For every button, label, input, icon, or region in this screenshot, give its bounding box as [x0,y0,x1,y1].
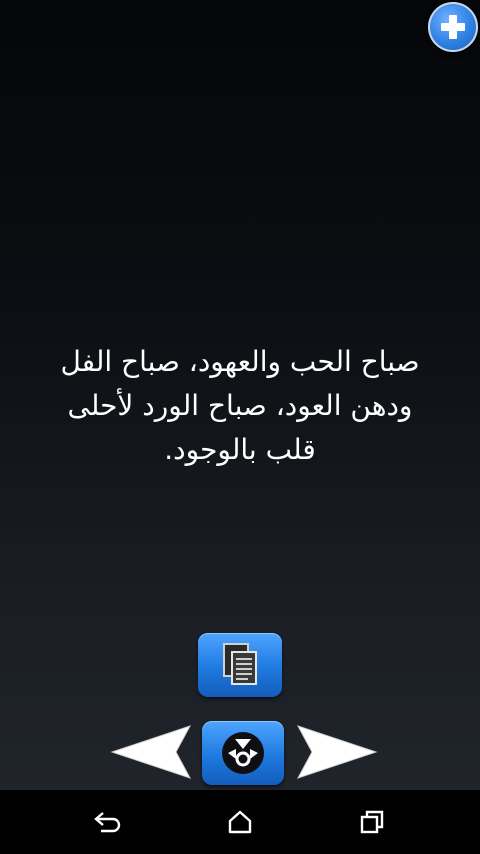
quote-text: صباح الحب والعهود، صباح الفل ودهن العود،… [45,340,435,472]
quote-line: ودهن العود، صباح الورد لأحلى [67,389,413,422]
right-arrow-icon [296,725,378,779]
recent-apps-icon [360,810,384,834]
home-button[interactable] [220,802,260,842]
back-icon [94,812,121,833]
previous-button[interactable] [110,722,194,782]
share-button[interactable] [202,721,284,785]
back-button[interactable] [88,802,128,842]
copy-button[interactable] [198,633,282,697]
share-icon [222,732,264,774]
plus-icon [441,15,465,39]
next-button[interactable] [294,722,378,782]
system-navigation-bar [0,790,480,854]
home-icon [228,810,252,834]
recent-apps-button[interactable] [352,802,392,842]
quote-line: صباح الحب والعهود، صباح الفل [60,345,420,378]
add-button[interactable] [428,2,478,52]
quote-line: قلب بالوجود. [164,433,316,466]
left-arrow-icon [110,725,192,779]
copy-document-icon [223,643,257,685]
